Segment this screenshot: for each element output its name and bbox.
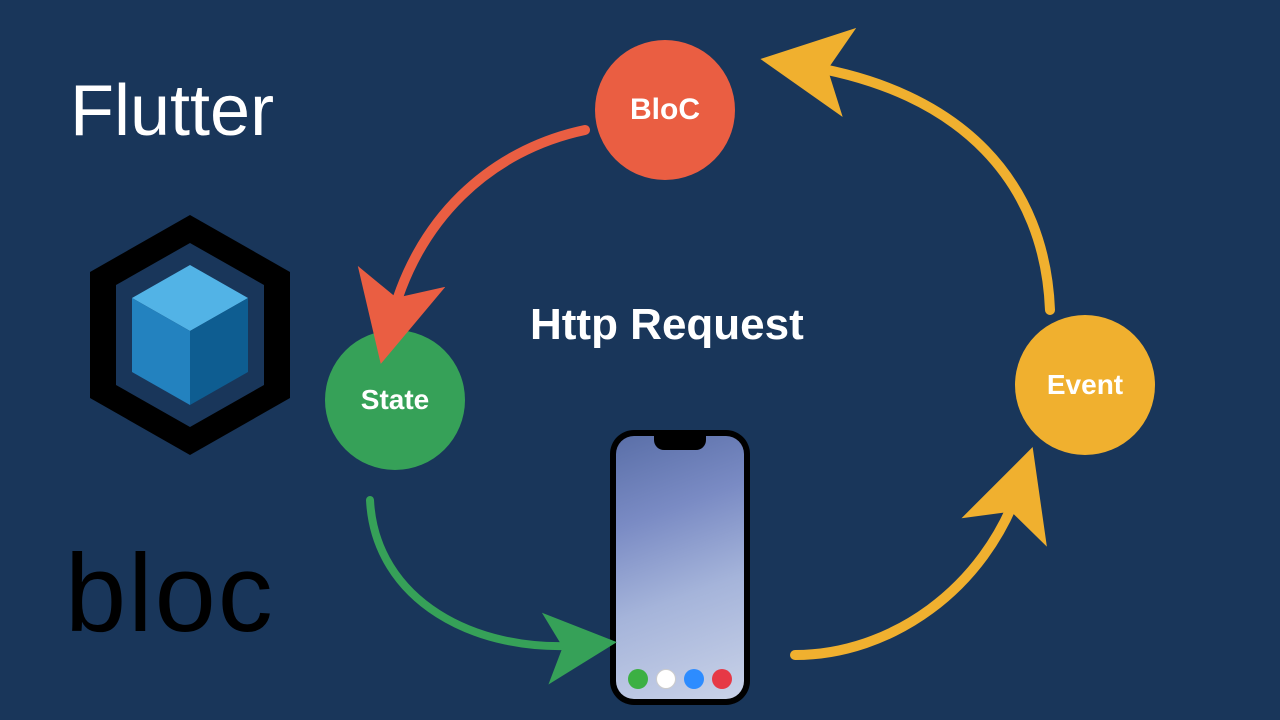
phone-app-1-icon — [628, 669, 648, 689]
diagram-title: Flutter — [70, 70, 274, 152]
bloc-node-label: BloC — [630, 93, 700, 127]
arrow-bloc-to-state — [360, 110, 620, 350]
bloc-text-label: bloc — [65, 530, 275, 657]
arrow-state-to-phone — [355, 480, 605, 680]
event-node-label: Event — [1047, 369, 1123, 401]
arrow-phone-to-event — [780, 460, 1040, 680]
state-node-label: State — [361, 384, 429, 416]
event-node: Event — [1015, 315, 1155, 455]
phone-icon — [610, 430, 750, 705]
phone-app-4-icon — [712, 669, 732, 689]
state-node: State — [325, 330, 465, 470]
bloc-cube-logo-icon — [80, 210, 300, 465]
phone-app-2-icon — [656, 669, 676, 689]
phone-dock — [616, 669, 744, 689]
phone-app-3-icon — [684, 669, 704, 689]
arrow-event-to-bloc — [765, 35, 1065, 325]
